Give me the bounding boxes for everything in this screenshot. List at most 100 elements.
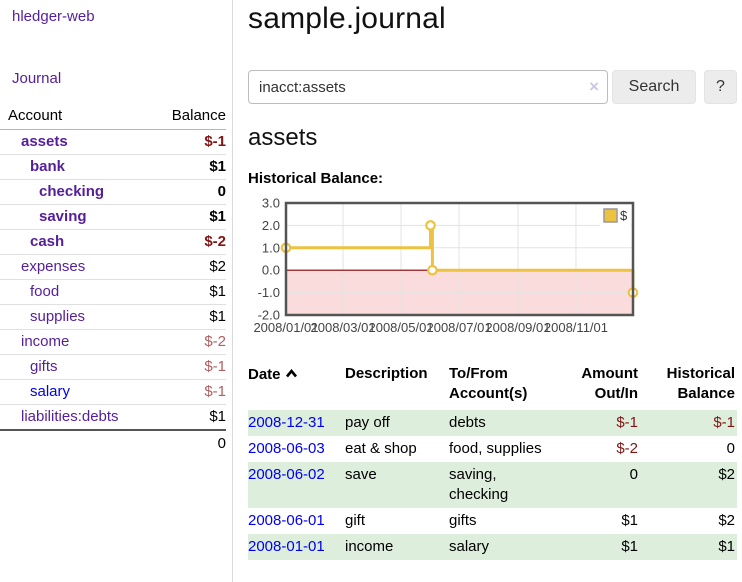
transaction-date-link[interactable]: 2008-12-31 [248, 414, 325, 431]
transaction-accounts: gifts [449, 508, 557, 534]
account-link[interactable]: saving [39, 208, 87, 225]
sidebar-item-journal[interactable]: Journal [12, 70, 61, 87]
svg-text:$: $ [620, 208, 628, 223]
account-balance: 0 [155, 180, 226, 205]
transaction-description: income [345, 534, 449, 560]
transaction-balance: 0 [640, 436, 737, 462]
svg-text:1.0: 1.0 [262, 240, 280, 255]
accounts-table: Account Balance assets $-1 bank $1 checking 0… [0, 103, 226, 456]
svg-text:3.0: 3.0 [262, 198, 280, 211]
amount-column-header: Amount Out/In [557, 362, 640, 410]
transaction-accounts: food, supplies [449, 436, 557, 462]
account-row: liabilities:debts $1 [0, 405, 226, 431]
svg-text:0.0: 0.0 [262, 263, 280, 278]
account-link[interactable]: liabilities:debts [21, 408, 119, 425]
transaction-description: eat & shop [345, 436, 449, 462]
account-row: cash $-2 [0, 230, 226, 255]
transaction-description: gift [345, 508, 449, 534]
total-balance: 0 [155, 430, 226, 456]
transaction-amount: $1 [557, 508, 640, 534]
help-button[interactable]: ? [704, 70, 737, 104]
account-link[interactable]: cash [30, 233, 64, 250]
account-balance: $1 [155, 280, 226, 305]
tofrom-column-header: To/From Account(s) [449, 362, 557, 410]
account-balance: $2 [155, 255, 226, 280]
app-title-link[interactable]: hledger-web [12, 8, 95, 25]
account-heading: assets [248, 124, 317, 152]
transactions-table-header: Date Description To/From Account(s) Amou… [248, 362, 737, 410]
transactions-table: Date Description To/From Account(s) Amou… [248, 362, 737, 560]
account-balance: $1 [155, 155, 226, 180]
account-link[interactable]: supplies [30, 308, 85, 325]
account-link[interactable]: income [21, 333, 69, 350]
account-row: checking 0 [0, 180, 226, 205]
transaction-amount: $-1 [557, 410, 640, 436]
chart-title: Historical Balance: [248, 170, 383, 187]
transaction-balance: $2 [640, 462, 737, 508]
page-title: sample.journal [248, 2, 446, 36]
account-link[interactable]: bank [30, 158, 65, 175]
account-link[interactable]: gifts [30, 358, 58, 375]
transaction-row: 2008-06-03 eat & shopfood, supplies$-20 [248, 436, 737, 462]
svg-text:2008/09/01: 2008/09/01 [485, 320, 550, 335]
account-row: food $1 [0, 280, 226, 305]
account-link[interactable]: assets [21, 133, 68, 150]
account-link[interactable]: salary [30, 383, 70, 400]
svg-text:2008/03/01: 2008/03/01 [311, 320, 376, 335]
account-row: expenses $2 [0, 255, 226, 280]
account-row: income $-2 [0, 330, 226, 355]
account-row: bank $1 [0, 155, 226, 180]
svg-text:2008/07/01: 2008/07/01 [426, 320, 491, 335]
transaction-row: 2008-06-02 savesaving, checking0$2 [248, 462, 737, 508]
svg-text:-1.0: -1.0 [258, 285, 280, 300]
svg-text:2.0: 2.0 [262, 218, 280, 233]
transaction-amount: $-2 [557, 436, 640, 462]
account-row: assets $-1 [0, 130, 226, 155]
search-button[interactable]: Search [612, 70, 696, 104]
transaction-accounts: debts [449, 410, 557, 436]
account-balance: $-1 [155, 130, 226, 155]
account-row: gifts $-1 [0, 355, 226, 380]
transaction-balance: $2 [640, 508, 737, 534]
transaction-description: pay off [345, 410, 449, 436]
account-column-header: Account [0, 103, 155, 130]
account-link[interactable]: food [30, 283, 59, 300]
search-input[interactable] [248, 70, 608, 104]
account-link[interactable]: expenses [21, 258, 85, 275]
account-row: saving $1 [0, 205, 226, 230]
account-balance: $-2 [155, 330, 226, 355]
balance-column-header-tx: Historical Balance [640, 362, 737, 410]
search-form: × Search ? [248, 70, 737, 104]
account-balance: $-1 [155, 355, 226, 380]
transaction-date-link[interactable]: 2008-06-01 [248, 512, 325, 529]
account-row: salary $-1 [0, 380, 226, 405]
date-column-header: Date [248, 362, 345, 410]
balance-column-header: Balance [155, 103, 226, 130]
transaction-accounts: saving, checking [449, 462, 557, 508]
historical-balance-chart: $3.02.01.00.0-1.0-2.02008/01/012008/03/0… [248, 198, 737, 340]
transaction-date-link[interactable]: 2008-06-02 [248, 466, 325, 483]
transaction-description: save [345, 462, 449, 508]
transaction-balance: $1 [640, 534, 737, 560]
accounts-table-header: Account Balance [0, 103, 226, 130]
transaction-row: 2008-06-01 giftgifts$1$2 [248, 508, 737, 534]
transaction-date-link[interactable]: 2008-06-03 [248, 440, 325, 457]
account-link[interactable]: checking [39, 183, 104, 200]
account-balance: $1 [155, 205, 226, 230]
sort-ascending-icon [285, 364, 298, 384]
account-balance: $-1 [155, 380, 226, 405]
account-balance: $1 [155, 405, 226, 431]
transaction-amount: $1 [557, 534, 640, 560]
transaction-accounts: salary [449, 534, 557, 560]
clear-search-icon[interactable]: × [589, 77, 599, 97]
transaction-date-link[interactable]: 2008-01-01 [248, 538, 325, 555]
sidebar: hledger-web Journal Account Balance asse… [0, 0, 233, 582]
account-balance: $-2 [155, 230, 226, 255]
svg-text:2008/05/01: 2008/05/01 [368, 320, 433, 335]
svg-text:2008/01/01: 2008/01/01 [253, 320, 318, 335]
transaction-balance: $-1 [640, 410, 737, 436]
total-row: 0 [0, 430, 226, 456]
description-column-header: Description [345, 362, 449, 410]
transaction-amount: 0 [557, 462, 640, 508]
svg-text:2008/11/01: 2008/11/01 [544, 320, 608, 335]
